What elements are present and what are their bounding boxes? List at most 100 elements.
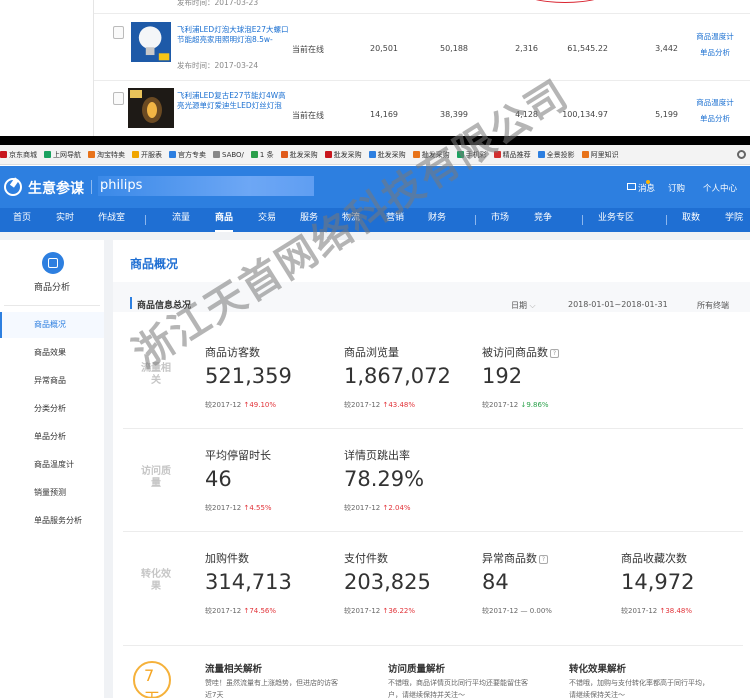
sidebar-item[interactable]: 单品分析 xyxy=(0,424,104,450)
bookmark-item[interactable]: 上网导航 xyxy=(44,145,81,164)
product-name-link[interactable]: 飞利浦LED复古E27节能灯4W高亮光源单灯爱迪生LED灯丝灯泡 xyxy=(177,91,289,111)
bookmark-icon xyxy=(213,151,220,158)
bookmarks-bar: 京东商城 上网导航 淘宝特卖 开服表 官方专卖 SABO/1 条批发采购 批发采购 批发采购批… xyxy=(0,145,750,165)
date-label: 日期 xyxy=(511,301,527,310)
nav-item[interactable]: 实时 xyxy=(56,208,74,232)
category-label: 访问质量 xyxy=(141,466,171,489)
date-select[interactable]: 日期 ⌵ xyxy=(511,300,536,311)
metric-compare: 较2017-12 ↑2.04% xyxy=(344,504,411,512)
metric-value: 203,825 xyxy=(344,570,431,594)
metric-title: 支付件数 xyxy=(344,552,388,565)
bookmark-icon xyxy=(169,151,176,158)
bookmark-item[interactable]: 批发采购 xyxy=(412,145,450,164)
bookmark-icon xyxy=(368,151,376,158)
bookmark-item[interactable]: 全景投影 xyxy=(537,145,575,164)
bookmark-item[interactable]: 1 条 xyxy=(250,145,274,164)
bookmark-item[interactable]: 手机彩 xyxy=(456,145,487,164)
bookmark-icon xyxy=(250,151,258,158)
compass-logo-icon[interactable] xyxy=(4,178,22,196)
metric-value: 78.29% xyxy=(344,467,425,491)
dash-icon: — xyxy=(518,607,530,615)
nav-item[interactable]: 市场 xyxy=(491,208,509,232)
sidebar-item[interactable]: 商品概况 xyxy=(0,312,104,338)
nav-item[interactable]: 竞争 xyxy=(534,208,552,232)
nav-item[interactable]: 学院 xyxy=(725,208,743,232)
bookmark-item[interactable]: 开服表 xyxy=(132,145,162,164)
bookmark-item[interactable]: 官方专卖 xyxy=(169,145,206,164)
metric-title: 加购件数 xyxy=(205,552,249,565)
cell: 5,199 xyxy=(655,110,678,119)
metric-title: 被访问商品数? xyxy=(482,344,559,360)
message-link[interactable]: 消息 xyxy=(638,182,655,194)
row-checkbox[interactable] xyxy=(113,92,124,105)
bookmark-item[interactable]: SABO/ xyxy=(213,145,244,164)
gear-icon[interactable] xyxy=(737,150,746,159)
user-center-link[interactable]: 个人中心 xyxy=(703,182,737,194)
nav-item[interactable]: 首页 xyxy=(13,208,31,232)
bookmark-icon xyxy=(324,151,332,158)
analysis-text: 近7天 xyxy=(205,691,224,698)
sidebar-item[interactable]: 分类分析 xyxy=(0,396,104,422)
temperature-link[interactable]: 商品温度计 xyxy=(690,96,740,110)
product-thumbnail-bulb[interactable] xyxy=(128,22,174,62)
screenshot-divider xyxy=(0,136,750,145)
metric-title: 商品浏览量 xyxy=(344,346,399,359)
nav-item[interactable]: 业务专区 xyxy=(598,208,634,232)
metric-title: 异常商品数? xyxy=(482,550,548,566)
publish-date: 发布时间：2017-03-24 xyxy=(177,61,259,70)
help-icon[interactable]: ? xyxy=(550,349,559,358)
date-range[interactable]: 2018-01-01~2018-01-31 xyxy=(568,300,668,309)
help-icon[interactable]: ? xyxy=(539,555,548,564)
bookmark-item[interactable]: 淘宝特卖 xyxy=(88,145,125,164)
page-title: 商品概况 xyxy=(130,257,179,271)
bookmark-item[interactable]: 京东商城 xyxy=(0,145,37,164)
metric-compare: 较2017-12 ↑4.55% xyxy=(205,504,272,512)
metric-compare: 较2017-12 ↑49.10% xyxy=(205,401,277,409)
bookmark-icon xyxy=(280,151,288,158)
bookmark-item[interactable]: 批发采购 xyxy=(324,145,362,164)
shop-name: philips xyxy=(100,178,143,193)
subscribe-link[interactable]: 订购 xyxy=(668,182,685,194)
metric-value: 314,713 xyxy=(205,570,292,594)
analysis-text: 请继续保持关注～ xyxy=(569,691,625,698)
nav-item[interactable]: 交易 xyxy=(258,208,276,232)
nav-item[interactable]: 流量 xyxy=(172,208,190,232)
metric-value: 192 xyxy=(482,364,523,388)
nav-item[interactable]: 营销 xyxy=(386,208,404,232)
product-name-link[interactable]: 飞利浦LED灯泡大球泡E27大螺口节能超亮家用照明灯泡8.5w- xyxy=(177,25,289,45)
status-cell: 当前在线 xyxy=(292,45,324,54)
nav-item[interactable]: 服务 xyxy=(300,208,318,232)
metric-value: 46 xyxy=(205,467,232,491)
sidebar-item[interactable]: 异常商品 xyxy=(0,368,104,394)
single-analysis-link[interactable]: 单品分析 xyxy=(690,112,740,126)
sidebar-item[interactable]: 单品服务分析 xyxy=(0,508,104,534)
analysis-text: 赞哇！虽然流量有上涨趋势，但进店的访客 xyxy=(205,679,338,687)
bookmark-item[interactable]: 批发采购 xyxy=(280,145,318,164)
app-logo[interactable]: 生意参谋 xyxy=(28,178,84,198)
nav-item[interactable]: 财务 xyxy=(428,208,446,232)
sidebar-item[interactable]: 商品效果 xyxy=(0,340,104,366)
nav-item[interactable]: 作战室 xyxy=(98,208,125,232)
nav-item[interactable]: 取数 xyxy=(682,208,700,232)
cell: 38,399 xyxy=(440,110,468,119)
bookmark-item[interactable]: 批发采购 xyxy=(368,145,406,164)
bookmark-item[interactable]: 精品推荐 xyxy=(493,145,531,164)
bookmark-icon xyxy=(412,151,420,158)
app-header: 生意参谋 philips 消息 订购 个人中心 xyxy=(0,166,750,208)
bookmark-icon xyxy=(581,151,589,158)
category-label: 转化效果 xyxy=(141,569,171,592)
cell: 20,501 xyxy=(370,44,398,53)
metric-compare: 较2017-12 — 0.00% xyxy=(482,607,552,615)
metric-value: 521,359 xyxy=(205,364,292,388)
nav-item[interactable]: 商品 xyxy=(215,208,234,232)
product-thumbnail-filament[interactable] xyxy=(128,88,174,128)
terminal-select[interactable]: 所有终端 xyxy=(697,300,729,311)
nav-item[interactable]: 物流 xyxy=(342,208,360,232)
sidebar-item[interactable]: 商品温度计 xyxy=(0,452,104,478)
bookmark-item[interactable]: 阿里知识 xyxy=(581,145,619,164)
bookmark-icon xyxy=(132,151,139,158)
temperature-link[interactable]: 商品温度计 xyxy=(690,30,740,44)
row-checkbox[interactable] xyxy=(113,26,124,39)
sidebar-item[interactable]: 销量预测 xyxy=(0,480,104,506)
single-analysis-link[interactable]: 单品分析 xyxy=(690,46,740,60)
